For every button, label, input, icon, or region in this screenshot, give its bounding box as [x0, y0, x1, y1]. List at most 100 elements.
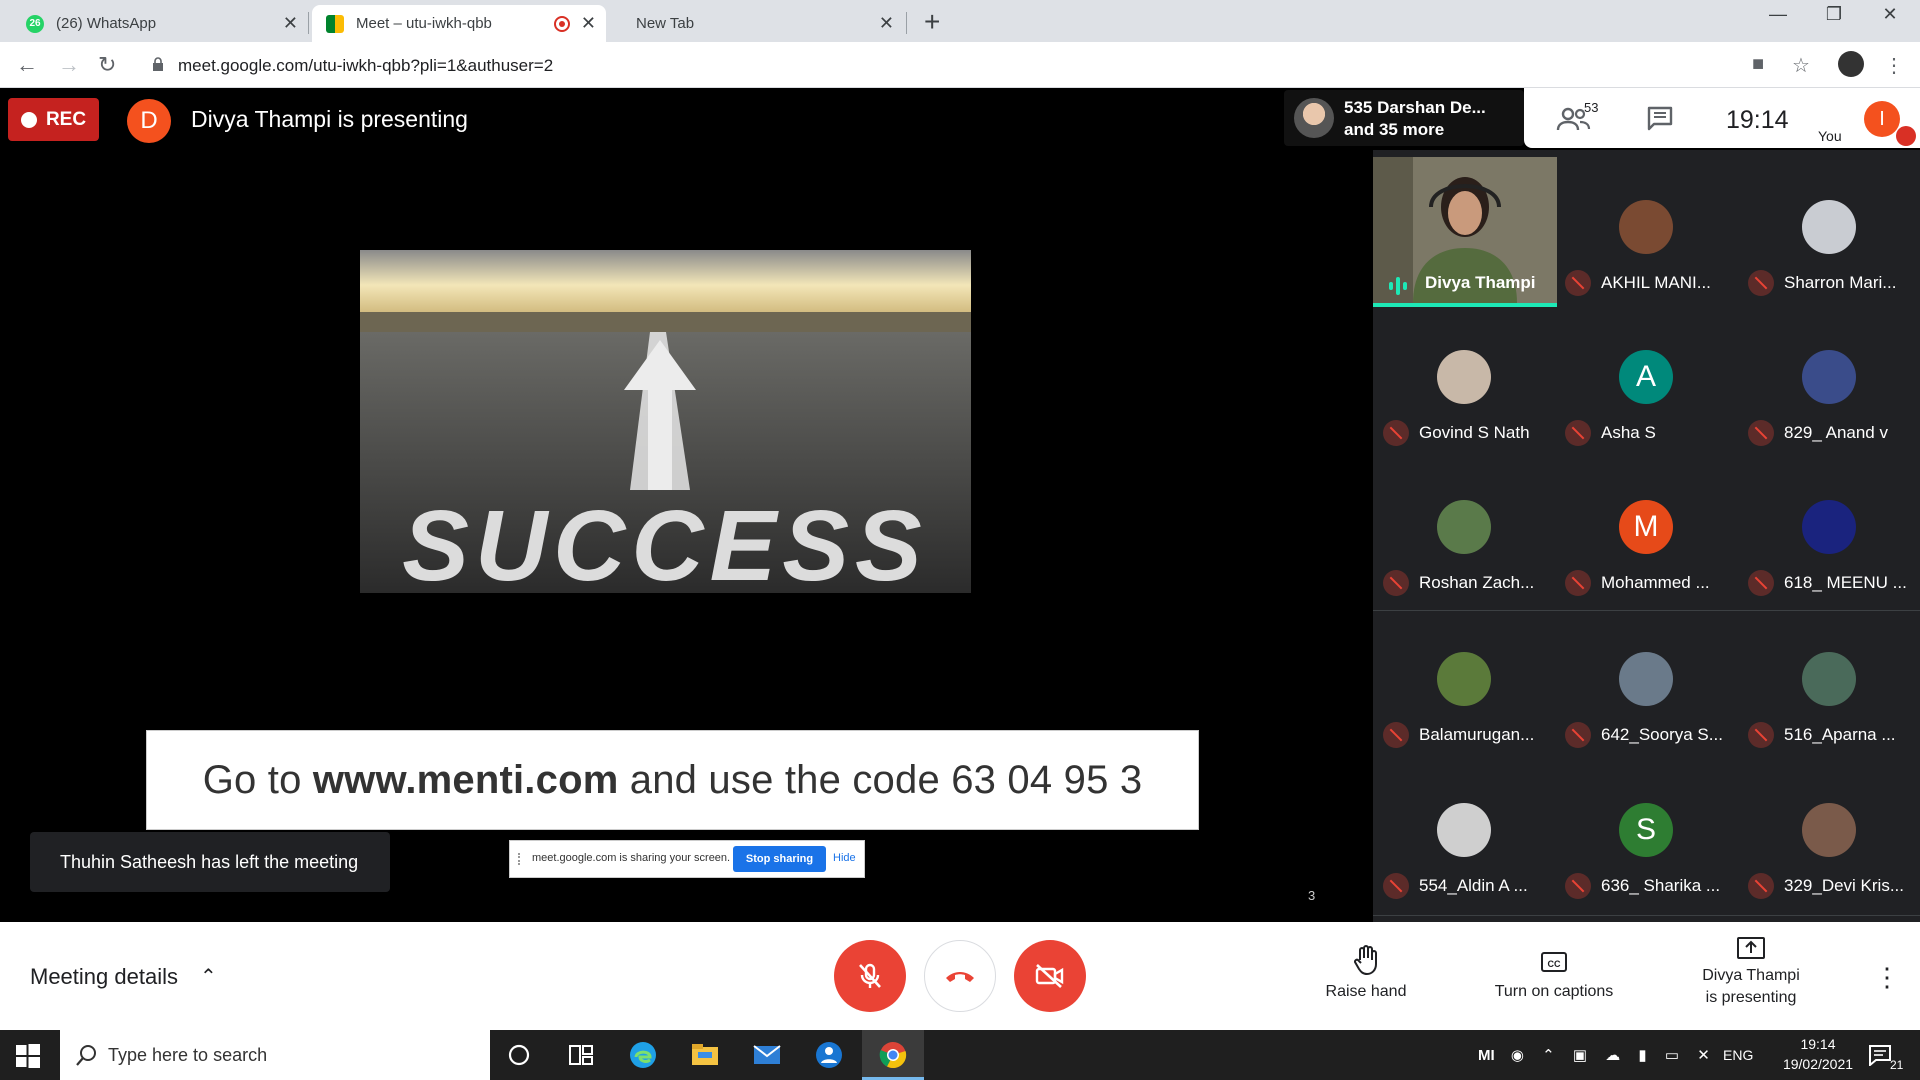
notifications-icon[interactable]: [1868, 1044, 1892, 1066]
presenter-avatar: D: [127, 99, 171, 143]
tab-meet[interactable]: Meet – utu-iwkh-qbb ✕: [312, 5, 606, 42]
participant-tile[interactable]: 329_Devi Kris...: [1738, 753, 1920, 903]
chevron-up-icon[interactable]: ⌃: [1542, 1047, 1555, 1064]
windows-start-icon[interactable]: [16, 1044, 40, 1068]
participant-name: 642_Soorya S...: [1601, 725, 1723, 744]
presentation-stage: SUCCESS Go to www.menti.com and use the …: [0, 150, 1373, 922]
close-tab-icon[interactable]: ✕: [581, 13, 596, 34]
presenting-button[interactable]: Divya Thampi is presenting: [1686, 936, 1816, 1007]
svg-text:SUCCESS: SUCCESS: [402, 490, 927, 593]
participant-tile[interactable]: Sharron Mari...: [1738, 150, 1920, 300]
people-app-icon[interactable]: [814, 1040, 844, 1070]
mic-muted-icon: [1748, 570, 1774, 596]
mi-icon[interactable]: MI: [1478, 1047, 1495, 1064]
close-window-icon[interactable]: ✕: [1870, 4, 1910, 25]
meet-panel-bar: 53 19:14 You I: [1524, 88, 1920, 148]
participant-tile[interactable]: Govind S Nath: [1373, 300, 1555, 450]
participant-tile[interactable]: 642_Soorya S...: [1555, 602, 1737, 752]
mail-icon[interactable]: [752, 1040, 782, 1070]
restore-icon[interactable]: ❐: [1814, 4, 1854, 25]
taskbar-search-box[interactable]: Type here to search: [60, 1030, 490, 1080]
slide-success-image: SUCCESS: [360, 250, 971, 593]
participant-tile[interactable]: S 636_ Sharika ...: [1555, 753, 1737, 903]
tray-device-icon[interactable]: ▣: [1573, 1047, 1587, 1064]
participant-tile[interactable]: Roshan Zach...: [1373, 450, 1555, 600]
speaker-muted-icon[interactable]: ✕: [1697, 1047, 1710, 1064]
mic-muted-icon: [1748, 873, 1774, 899]
mic-muted-icon: [1748, 722, 1774, 748]
participant-avatar: S: [1619, 803, 1673, 857]
participant-tile[interactable]: 516_Aparna ...: [1738, 602, 1920, 752]
chat-icon[interactable]: [1646, 106, 1674, 132]
onedrive-icon[interactable]: ☁: [1605, 1047, 1620, 1064]
reload-icon[interactable]: ↻: [98, 52, 116, 78]
tray-app-icon[interactable]: ◉: [1511, 1047, 1524, 1064]
participant-name: Mohammed ...: [1601, 573, 1710, 592]
present-screen-icon: [1737, 937, 1765, 959]
task-view-icon[interactable]: [566, 1040, 596, 1070]
mic-muted-icon: [1565, 722, 1591, 748]
mic-muted-icon: [1748, 420, 1774, 446]
menti-code-banner: Go to www.menti.com and use the code 63 …: [146, 730, 1199, 830]
tab-whatsapp[interactable]: 26 (26) WhatsApp ✕: [12, 5, 308, 42]
close-tab-icon[interactable]: ✕: [879, 13, 894, 34]
microphone-icon[interactable]: ▮: [1638, 1047, 1646, 1064]
participant-tile[interactable]: M Mohammed ...: [1555, 450, 1737, 600]
participant-tile[interactable]: A Asha S: [1555, 300, 1737, 450]
participant-name: Roshan Zach...: [1419, 573, 1535, 592]
active-speaker-tile[interactable]: Divya Thampi: [1373, 157, 1557, 307]
mic-muted-icon: [1565, 270, 1591, 296]
taskbar-time[interactable]: 19:14: [1788, 1036, 1848, 1052]
battery-icon[interactable]: ▭: [1665, 1047, 1679, 1064]
chevron-up-icon[interactable]: ⌃: [200, 964, 217, 989]
participant-tile[interactable]: 554_Aldin A ...: [1373, 753, 1555, 903]
raise-hand-button[interactable]: Raise hand: [1316, 944, 1416, 1001]
bookmark-star-icon[interactable]: ☆: [1792, 53, 1810, 78]
attendee-chip[interactable]: 535 Darshan De... and 35 more: [1284, 90, 1524, 146]
participant-avatar: [1437, 652, 1491, 706]
participant-avatar: [1437, 350, 1491, 404]
participant-tile[interactable]: 618_ MEENU ...: [1738, 450, 1920, 600]
participant-avatar: [1437, 500, 1491, 554]
cortana-icon[interactable]: [504, 1040, 534, 1070]
taskbar-date[interactable]: 19/02/2021: [1770, 1056, 1866, 1072]
chrome-icon: [879, 1042, 907, 1069]
participant-tile[interactable]: AKHIL MANI...: [1555, 150, 1737, 300]
address-bar[interactable]: meet.google.com/utu-iwkh-qbb?pli=1&authu…: [140, 47, 1820, 83]
back-arrow-icon[interactable]: ←: [16, 52, 38, 78]
camera-toggle-button[interactable]: [1014, 940, 1086, 1012]
microphone-toggle-button[interactable]: [834, 940, 906, 1012]
profile-avatar[interactable]: [1838, 51, 1864, 77]
file-explorer-icon[interactable]: [690, 1040, 720, 1070]
input-language[interactable]: ENG: [1723, 1047, 1753, 1063]
forward-arrow-icon[interactable]: →: [58, 52, 80, 78]
taskbar-search-placeholder: Type here to search: [108, 1045, 268, 1065]
participant-tile[interactable]: Balamurugan...: [1373, 602, 1555, 752]
hang-up-icon: [946, 972, 974, 982]
camera-blocked-icon[interactable]: ■: [1752, 53, 1764, 76]
search-icon: [76, 1045, 96, 1066]
meeting-details-button[interactable]: Meeting details: [30, 964, 178, 990]
new-tab-plus-icon[interactable]: +: [924, 6, 940, 38]
hide-share-bar-link[interactable]: Hide: [833, 852, 856, 864]
participant-avatar: [1802, 803, 1856, 857]
chrome-taskbar-button[interactable]: [862, 1030, 924, 1080]
edge-icon[interactable]: [628, 1040, 658, 1070]
close-tab-icon[interactable]: ✕: [283, 13, 298, 34]
stop-sharing-button[interactable]: Stop sharing: [733, 846, 826, 872]
captions-button[interactable]: CC Turn on captions: [1484, 944, 1624, 1001]
tab-new-tab[interactable]: New Tab ✕: [608, 5, 904, 42]
mic-muted-icon: [1383, 570, 1409, 596]
participant-name: AKHIL MANI...: [1601, 273, 1711, 292]
more-options-icon[interactable]: ⋮: [1874, 962, 1900, 993]
participant-name: Asha S: [1601, 423, 1656, 442]
presenting-label-line1: Divya Thampi: [1702, 967, 1800, 984]
system-tray-icons[interactable]: MI ◉ ⌃ ▣ ☁ ▮ ▭ ✕: [1478, 1046, 1710, 1064]
mic-muted-icon: [1383, 722, 1409, 748]
minimize-icon[interactable]: —: [1758, 4, 1798, 25]
self-avatar[interactable]: I: [1864, 101, 1900, 137]
leave-call-button[interactable]: [924, 940, 996, 1012]
participant-tile[interactable]: 829_ Anand v: [1738, 300, 1920, 450]
drag-handle-icon[interactable]: [518, 853, 521, 865]
browser-menu-icon[interactable]: ⋮: [1884, 53, 1904, 78]
